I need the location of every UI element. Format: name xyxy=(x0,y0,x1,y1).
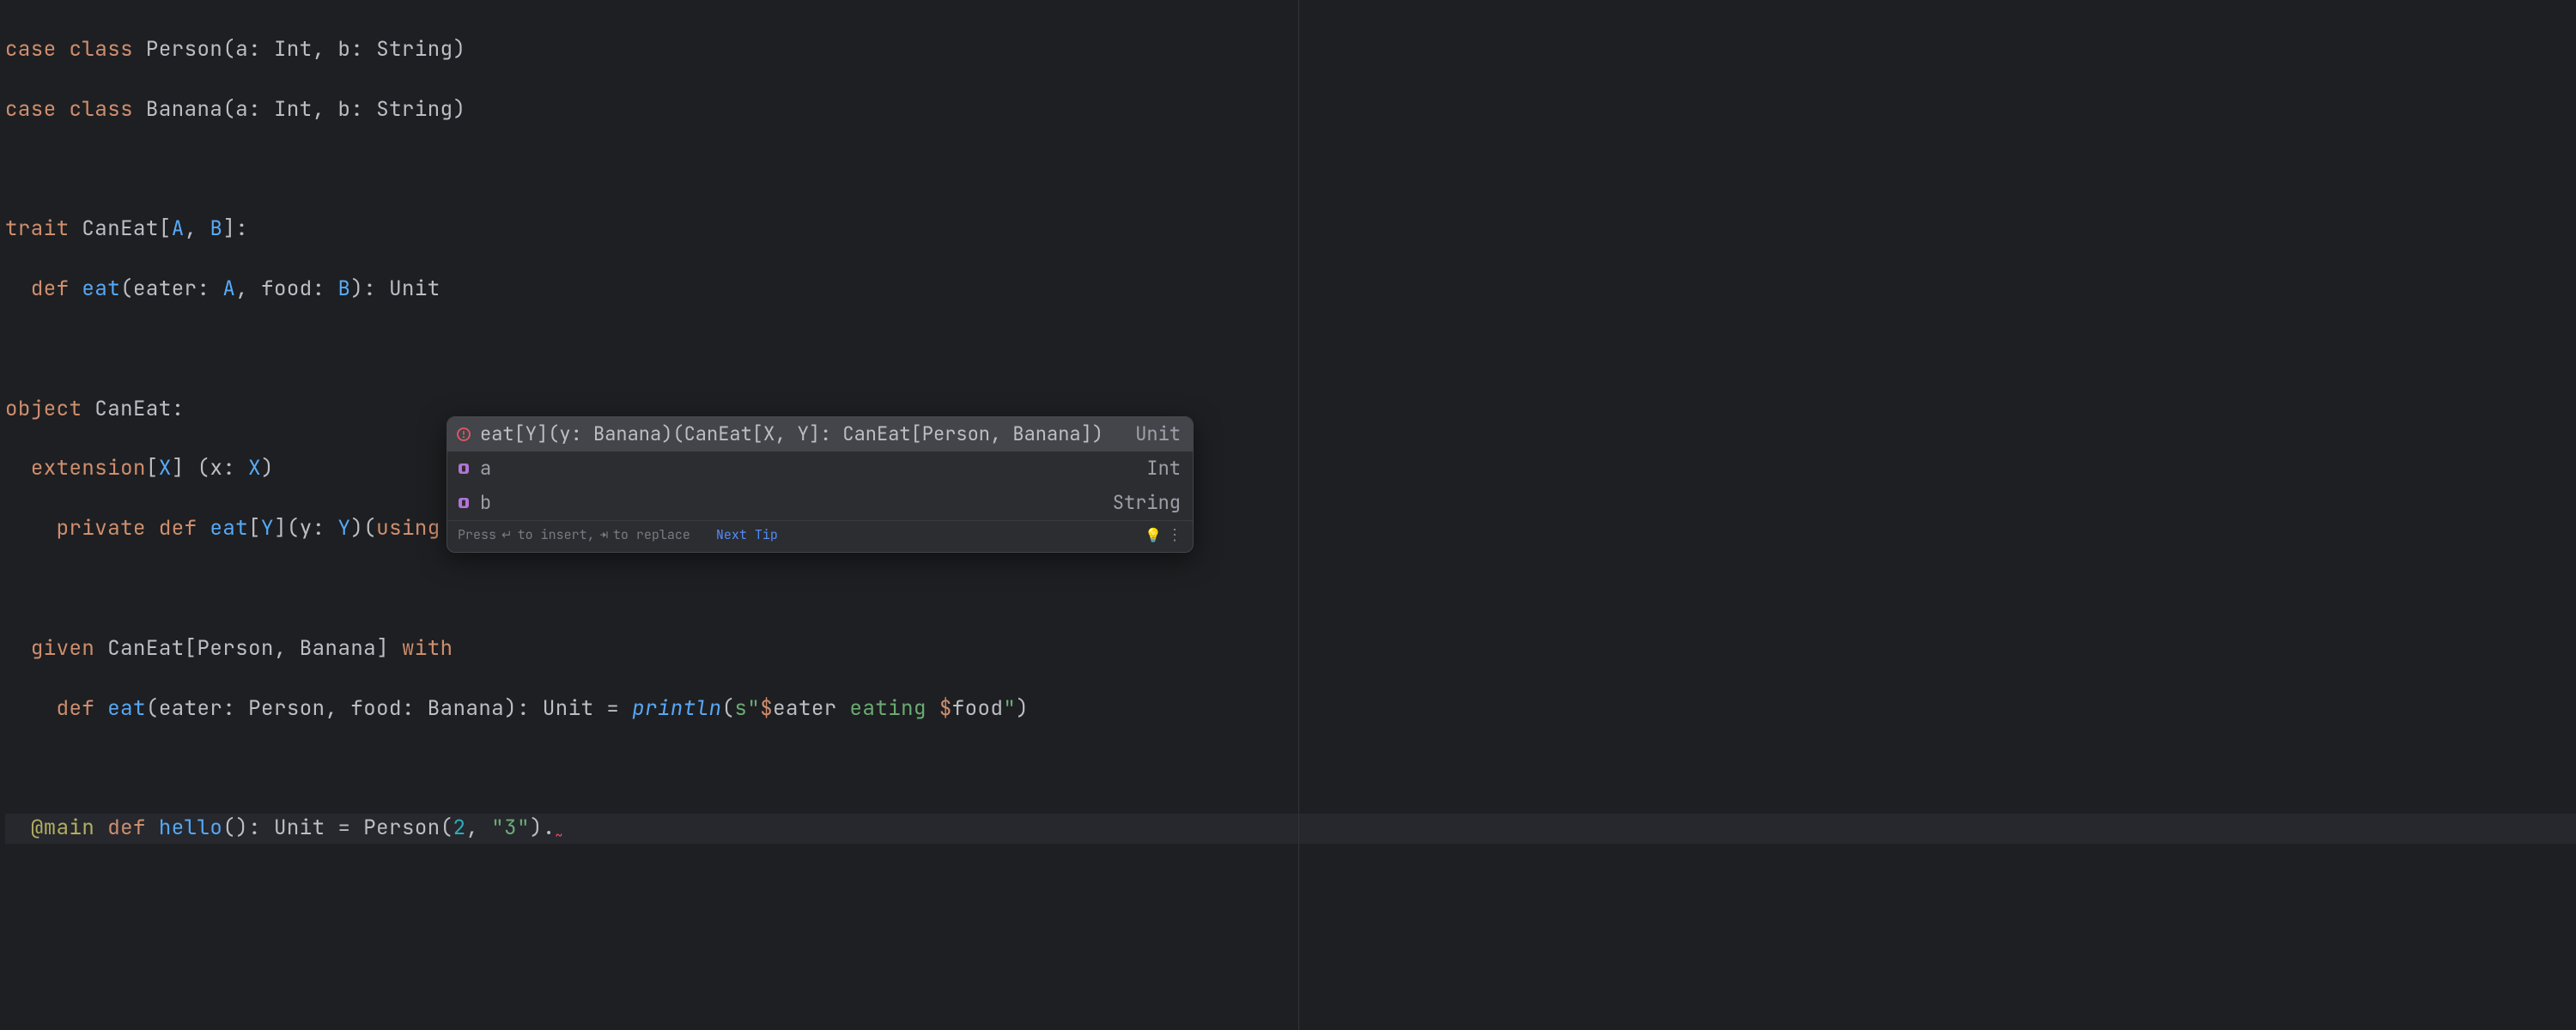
code-line[interactable]: def eat(eater: Person, food: Banana): Un… xyxy=(5,694,2571,724)
code-line[interactable]: private def eat[Y](y: Y)(using CanEat[X,… xyxy=(5,514,2571,544)
code-line[interactable]: case class Banana(a: Int, b: String) xyxy=(5,95,2571,125)
code-line[interactable]: trait CanEat[A, B]: xyxy=(5,215,2571,245)
code-line[interactable]: extension[X] (x: X) xyxy=(5,454,2571,484)
autocomplete-label: eat[Y](y: Banana)(CanEat[X, Y]: CanEat[P… xyxy=(480,421,1103,448)
code-line[interactable]: object CanEat: xyxy=(5,395,2571,425)
more-icon[interactable]: ⋮ xyxy=(1167,524,1184,547)
autocomplete-popup[interactable]: eat[Y](y: Banana)(CanEat[X, Y]: CanEat[P… xyxy=(447,416,1194,553)
autocomplete-type: String xyxy=(1113,489,1181,517)
field-icon xyxy=(456,495,471,511)
autocomplete-label: b xyxy=(480,489,491,517)
next-tip-link[interactable]: Next Tip xyxy=(716,526,778,545)
autocomplete-label: a xyxy=(480,455,491,482)
right-margin-guide xyxy=(1298,0,1299,1030)
hint-text: Press xyxy=(458,526,496,545)
hint-text: to insert, xyxy=(518,526,595,545)
annotation-main: @main xyxy=(31,815,95,841)
tab-key-icon: ⇥ xyxy=(600,526,608,545)
field-icon xyxy=(456,461,471,476)
autocomplete-type: Int xyxy=(1146,455,1181,482)
autocomplete-item[interactable]: b String xyxy=(447,486,1193,520)
code-editor[interactable]: case class Person(a: Int, b: String) cas… xyxy=(0,0,2576,879)
code-line[interactable] xyxy=(5,574,2571,604)
code-line[interactable] xyxy=(5,335,2571,365)
code-line[interactable] xyxy=(5,754,2571,784)
hint-text: to replace xyxy=(613,526,690,545)
lightbulb-icon[interactable]: 💡 xyxy=(1145,525,1162,545)
error-icon xyxy=(456,427,471,442)
autocomplete-item[interactable]: eat[Y](y: Banana)(CanEat[X, Y]: CanEat[P… xyxy=(447,417,1193,451)
class-name: Person xyxy=(146,36,222,63)
autocomplete-item[interactable]: a Int xyxy=(447,451,1193,486)
error-squiggle: ~ xyxy=(556,828,563,844)
code-line[interactable]: def eat(eater: A, food: B): Unit xyxy=(5,275,2571,305)
code-line-active[interactable]: @main def hello(): Unit = Person(2, "3")… xyxy=(5,814,2576,844)
code-line[interactable] xyxy=(5,154,2571,185)
autocomplete-type: Unit xyxy=(1135,421,1181,448)
code-line[interactable]: given CanEat[Person, Banana] with xyxy=(5,634,2571,664)
code-line[interactable]: case class Person(a: Int, b: String) xyxy=(5,35,2571,65)
keyword-class: class xyxy=(70,36,134,63)
autocomplete-footer: Press ↵ to insert, ⇥ to replace Next Tip… xyxy=(447,520,1193,552)
keyword-case: case xyxy=(5,36,57,63)
enter-key-icon: ↵ xyxy=(501,526,513,545)
